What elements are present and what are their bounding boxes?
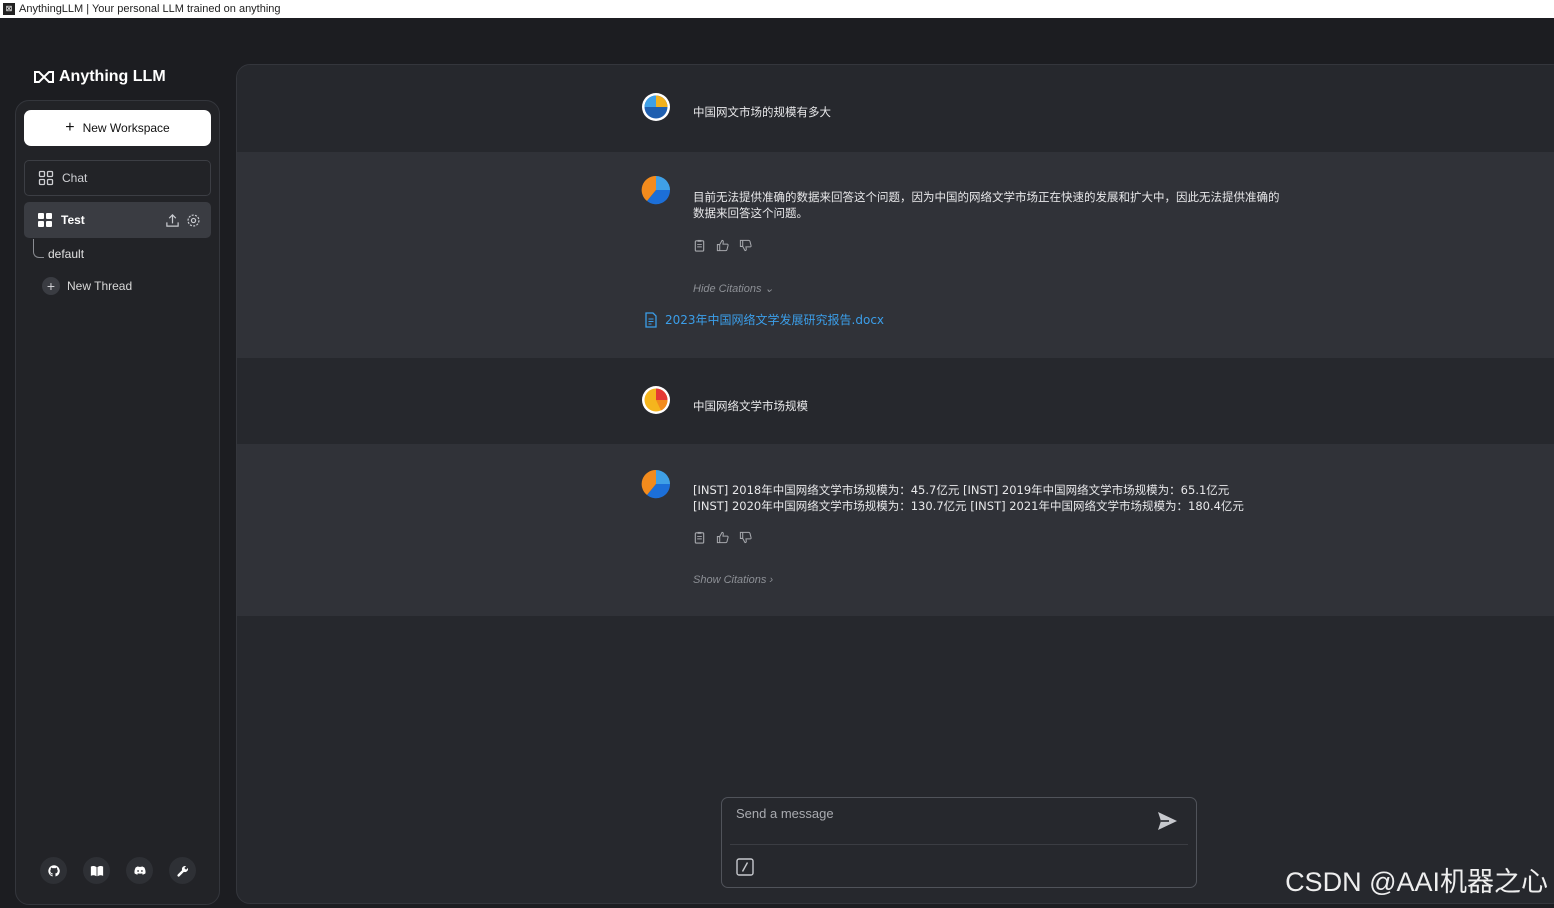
message-input[interactable]: Send a message (736, 806, 834, 821)
docs-book-icon[interactable] (83, 857, 110, 884)
plus-icon: + (65, 119, 75, 136)
chat-panel: 中国网文市场的规模有多大 目前无法提供准确的数据来回答这个问题，因为中国的网络文… (236, 64, 1554, 904)
github-icon[interactable] (40, 857, 67, 884)
workspace-item-chat[interactable]: Chat (24, 160, 211, 196)
thread-tree-line (33, 239, 44, 258)
watermark: CSDN @AAI机器之心 (1285, 867, 1548, 897)
chat-message-assistant: [INST] 2018年中国网络文学市场规模为：45.7亿元 [INST] 20… (237, 444, 1554, 616)
message-text: 目前无法提供准确的数据来回答这个问题，因为中国的网络文学市场正在快速的发展和扩大… (693, 190, 1280, 220)
workspace-item-test[interactable]: Test (24, 202, 211, 238)
thumbs-down-icon[interactable] (739, 239, 752, 252)
sidebar: + New Workspace Chat Test default + New … (15, 100, 220, 905)
workspace-label: Test (61, 213, 85, 227)
message-actions (693, 239, 752, 252)
gear-icon[interactable] (186, 213, 201, 228)
copy-icon[interactable] (693, 531, 706, 544)
thumbs-up-icon[interactable] (716, 531, 729, 544)
grid-icon (38, 170, 54, 186)
show-citations-toggle[interactable]: Show Citations › (693, 574, 773, 586)
send-icon[interactable] (1156, 810, 1178, 832)
message-text: 中国网络文学市场规模 (693, 399, 808, 413)
plus-icon: + (42, 277, 60, 295)
citations-toggle-label: Hide Citations (693, 283, 762, 295)
new-thread-label: New Thread (67, 279, 133, 293)
new-workspace-label: New Workspace (82, 121, 170, 135)
new-workspace-button[interactable]: + New Workspace (24, 110, 211, 146)
user-avatar-icon (642, 93, 670, 121)
grid-icon (38, 213, 52, 227)
chat-message-user: 中国网络文学市场规模 (237, 358, 1554, 444)
message-composer: Send a message (721, 797, 1197, 888)
citation-filename: 2023年中国网络文学发展研究报告.docx (665, 313, 885, 327)
chat-message-user: 中国网文市场的规模有多大 (237, 65, 1554, 152)
message-text: 中国网文市场的规模有多大 (693, 105, 831, 119)
sidebar-footer (40, 857, 196, 884)
assistant-avatar-icon (641, 469, 671, 499)
document-icon (645, 311, 657, 328)
thumbs-down-icon[interactable] (739, 531, 752, 544)
thumbs-up-icon[interactable] (716, 239, 729, 252)
slash-command-icon[interactable] (735, 857, 755, 877)
message-actions (693, 531, 752, 544)
thread-item-default[interactable]: default (48, 247, 84, 261)
assistant-avatar-icon (641, 175, 671, 205)
wrench-settings-icon[interactable] (169, 857, 196, 884)
workspace-label: Chat (62, 171, 88, 185)
user-avatar-icon (642, 386, 670, 414)
anything-llm-logo-icon (34, 71, 54, 83)
window-title: AnythingLLM | Your personal LLM trained … (19, 3, 281, 15)
copy-icon[interactable] (693, 239, 706, 252)
chevron-down-icon: ⌄ (764, 283, 774, 295)
citations-toggle-label: Show Citations (693, 574, 767, 586)
brand-logo: Anything LLM (33, 66, 166, 88)
brand-name: Anything LLM (59, 68, 166, 85)
chat-message-assistant: 目前无法提供准确的数据来回答这个问题，因为中国的网络文学市场正在快速的发展和扩大… (237, 152, 1554, 358)
app-logo-icon: ⊠ (3, 3, 15, 15)
discord-icon[interactable] (126, 857, 153, 884)
citation-link[interactable]: 2023年中国网络文学发展研究报告.docx (643, 311, 884, 328)
composer-divider (730, 844, 1188, 845)
upload-icon[interactable] (165, 213, 180, 228)
message-text: [INST] 2018年中国网络文学市场规模为：45.7亿元 [INST] 20… (693, 483, 1244, 513)
window-titlebar: ⊠ AnythingLLM | Your personal LLM traine… (0, 0, 1554, 18)
chevron-right-icon: › (769, 574, 774, 586)
new-thread-button[interactable]: + New Thread (42, 277, 132, 295)
hide-citations-toggle[interactable]: Hide Citations ⌄ (693, 282, 774, 295)
